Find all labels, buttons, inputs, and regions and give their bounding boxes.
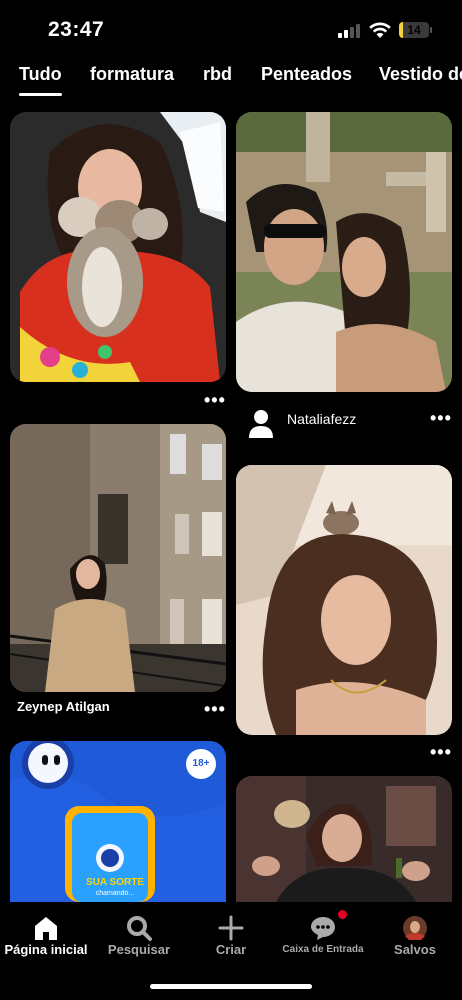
nav-label: Salvos [394, 942, 436, 957]
wifi-icon [369, 22, 391, 38]
pin-image[interactable] [236, 776, 452, 902]
pin-image[interactable] [236, 465, 452, 735]
more-options-icon[interactable]: ••• [204, 700, 226, 718]
signal-icon [338, 24, 362, 38]
plus-icon [218, 915, 244, 941]
ad-subtext: chamando... [95, 890, 135, 897]
tab-penteados[interactable]: Penteados [261, 64, 352, 85]
pin-image[interactable] [10, 112, 226, 382]
nav-label: Caixa de Entrada [282, 944, 364, 955]
nav-create[interactable]: Criar [185, 910, 277, 970]
profile-avatar [403, 916, 427, 940]
status-bar: 23:47 14 [0, 0, 462, 60]
battery-tip [430, 27, 432, 33]
chat-icon [311, 917, 335, 940]
nav-label: Pesquisar [107, 942, 171, 957]
age-rating-badge: 18+ [186, 749, 216, 779]
pin-author[interactable]: Nataliafezz [249, 404, 449, 440]
battery-icon: 14 [399, 22, 429, 38]
nav-home[interactable]: Página inicial [0, 910, 92, 970]
battery-level: 14 [407, 23, 421, 37]
nav-label: Página inicial [4, 942, 88, 957]
more-options-icon[interactable]: ••• [430, 409, 452, 427]
tab-vestido[interactable]: Vestido de [379, 64, 462, 85]
clock: 23:47 [48, 18, 105, 41]
tab-tudo[interactable]: Tudo [19, 64, 62, 96]
pin-image[interactable] [10, 424, 226, 692]
ad-headline: SUA SORTE [86, 877, 144, 888]
more-options-icon[interactable]: ••• [430, 743, 452, 761]
nav-saved[interactable]: Salvos [369, 910, 461, 970]
nav-search[interactable]: Pesquisar [93, 910, 185, 970]
more-options-icon[interactable]: ••• [204, 391, 226, 409]
home-icon [35, 917, 57, 940]
nav-label: Criar [215, 942, 247, 957]
search-icon [127, 916, 152, 941]
user-avatar-icon [249, 410, 273, 438]
author-name: Nataliafezz [287, 411, 357, 427]
home-indicator[interactable] [150, 984, 312, 989]
pin-image[interactable] [236, 112, 452, 392]
pin-title[interactable]: Zeynep Atilgan [17, 699, 110, 714]
board-tabs: Tudo formatura rbd Penteados Vestido de [0, 64, 462, 100]
tab-rbd[interactable]: rbd [203, 64, 232, 85]
tab-formatura[interactable]: formatura [90, 64, 174, 85]
notification-badge [338, 910, 347, 919]
nav-inbox[interactable]: Caixa de Entrada [277, 910, 369, 970]
